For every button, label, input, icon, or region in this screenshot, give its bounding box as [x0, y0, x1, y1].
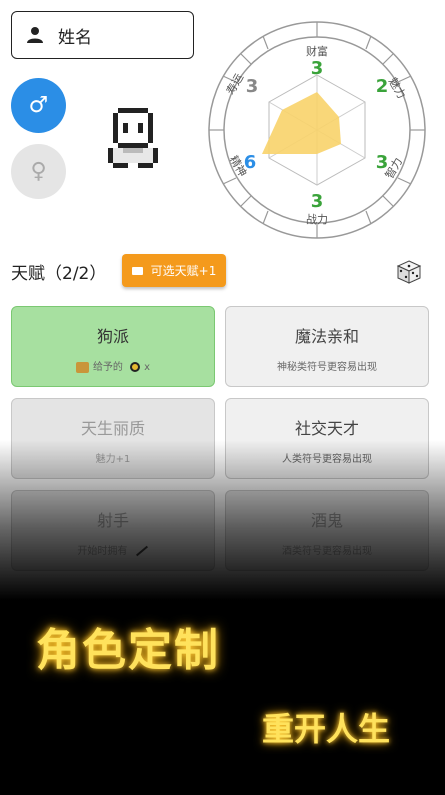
talent-title: 社交天才: [294, 419, 359, 438]
female-button[interactable]: ♀: [11, 144, 66, 199]
attr-value-spirit: 6: [244, 152, 257, 173]
talent-card-natural-beauty[interactable]: 天生丽质 魅力+1: [11, 398, 215, 479]
attr-value-luck: 3: [246, 76, 259, 97]
name-placeholder: 姓名: [58, 27, 92, 48]
attr-value-intellect: 3: [376, 152, 389, 173]
video-icon: [131, 266, 143, 275]
pixel-avatar: [108, 108, 158, 168]
talent-card-magic-affinity[interactable]: 魔法亲和 神秘类符号更容易出现: [225, 306, 429, 387]
male-icon: ♂: [28, 93, 49, 118]
talent-card-archer[interactable]: 射手 开始时拥有: [11, 490, 215, 571]
talent-card-social-genius[interactable]: 社交天才 人类符号更容易出现: [225, 398, 429, 479]
name-input[interactable]: 姓名: [11, 11, 194, 59]
dice-icon[interactable]: [396, 259, 422, 285]
talent-title: 狗派: [96, 327, 129, 346]
coin-icon: [130, 362, 141, 372]
talent-desc: 给予的 x: [12, 358, 214, 373]
attr-value-strength: 3: [311, 191, 324, 212]
person-icon: [27, 27, 43, 43]
talent-desc: 开始时拥有: [12, 542, 214, 557]
dog-icon: [75, 361, 89, 373]
talent-desc: 魅力+1: [95, 454, 131, 465]
attr-value-charm: 2: [376, 76, 389, 97]
talent-desc: 神秘类符号更容易出现: [277, 362, 377, 373]
talent-desc: 酒类符号更容易出现: [282, 546, 372, 557]
talent-title: 天生丽质: [80, 419, 145, 438]
promo-subline: 重开人生: [262, 710, 391, 748]
character-creation-screen: 姓名 ♂ ♀ 财富 3 魅力 2 智力 3 3 战力 精神 6 寿运 3 天赋（…: [0, 0, 445, 600]
male-button[interactable]: ♂: [11, 78, 66, 133]
attribute-radar-chart: 财富 3 魅力 2 智力 3 3 战力 精神 6 寿运 3: [208, 21, 426, 239]
talent-card-dog-faction[interactable]: 狗派 给予的 x: [11, 306, 215, 387]
extra-talent-button[interactable]: 可选天赋+1: [122, 254, 226, 287]
talent-title: 魔法亲和: [294, 327, 359, 346]
arrow-icon: [135, 545, 148, 557]
talent-card-drunkard[interactable]: 酒鬼 酒类符号更容易出现: [225, 490, 429, 571]
promo-headline: 角色定制: [36, 625, 220, 676]
attr-value-wealth: 3: [311, 58, 324, 79]
attribute-area: [262, 92, 341, 154]
talent-title: 射手: [96, 511, 129, 530]
female-icon: ♀: [30, 159, 47, 184]
talent-title: 酒鬼: [310, 511, 343, 530]
attr-label-strength: 战力: [306, 213, 328, 226]
extra-talent-label: 可选天赋+1: [150, 264, 217, 278]
talent-header: 天赋（2/2）: [11, 264, 107, 284]
talent-desc: 人类符号更容易出现: [282, 454, 372, 465]
attr-label-wealth: 财富: [306, 44, 328, 58]
